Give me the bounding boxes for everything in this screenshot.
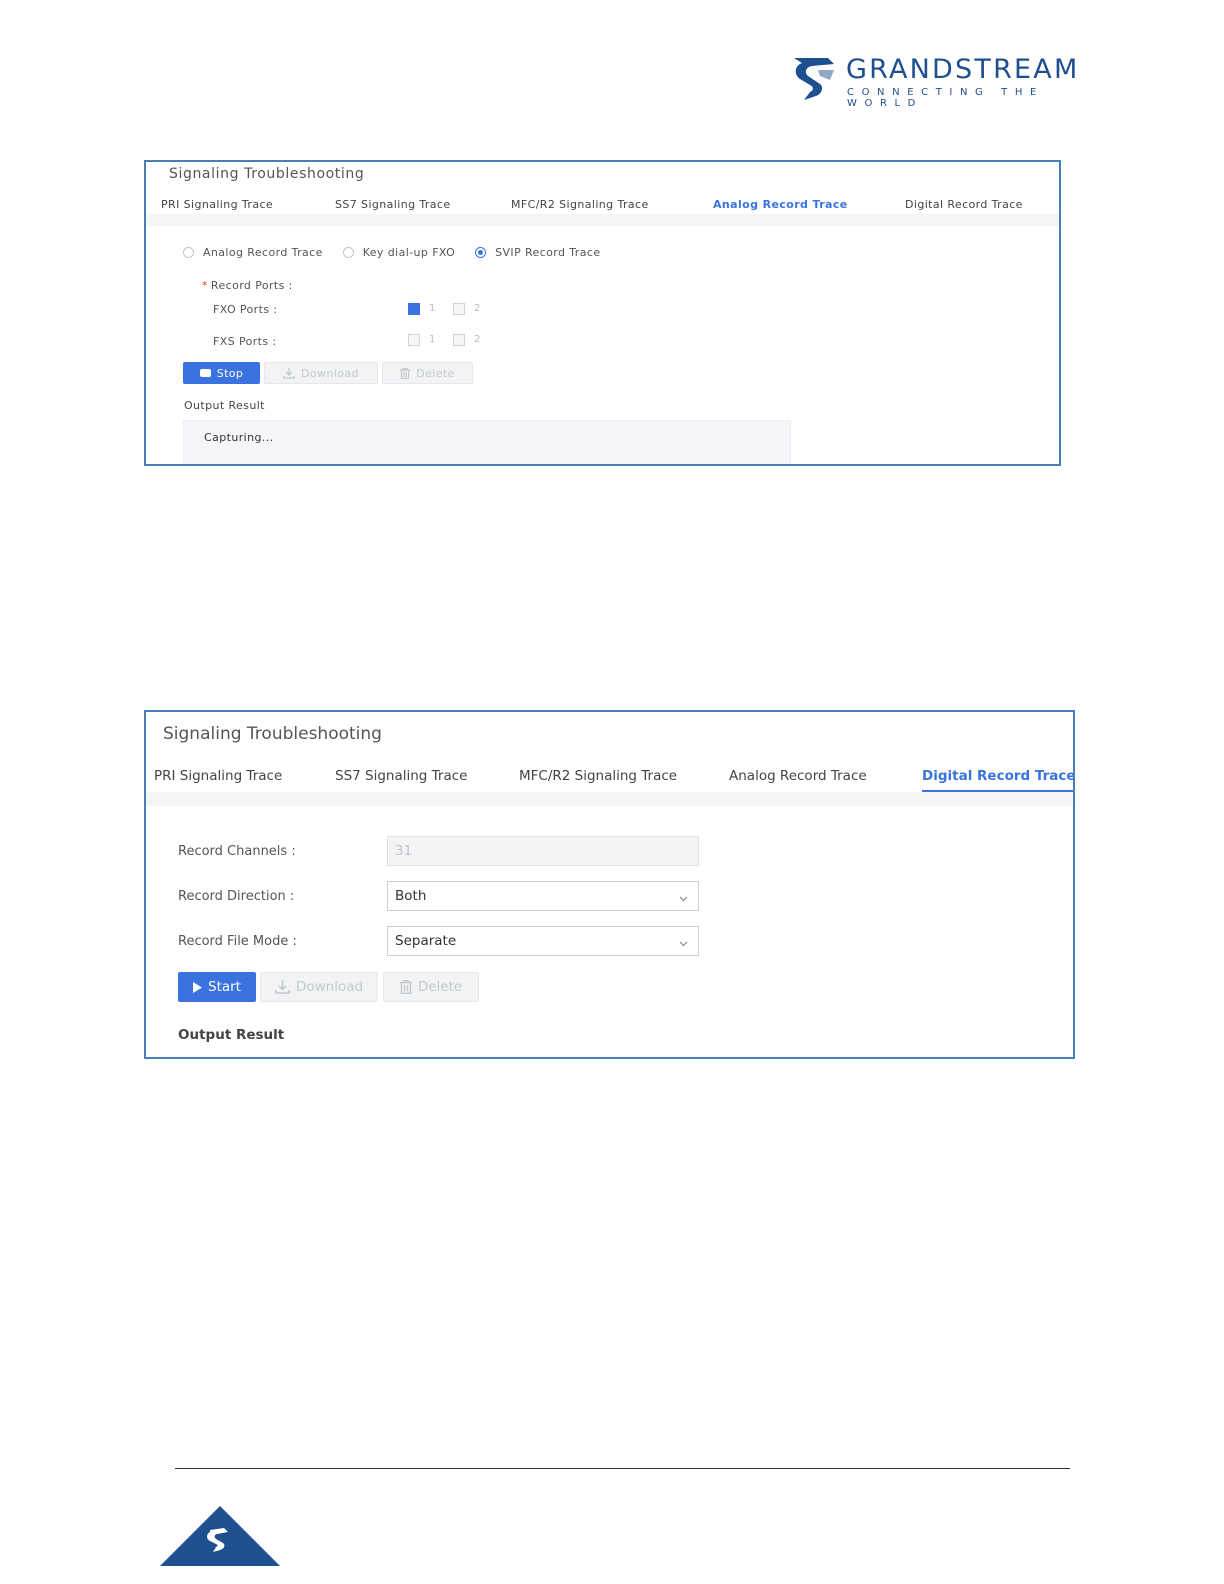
stop-button[interactable]: Stop [183, 362, 260, 384]
required-asterisk: * [202, 279, 208, 292]
output-result-text: Capturing... [204, 431, 274, 444]
grandstream-mark-icon [794, 58, 834, 100]
fxs-port-2-checkbox[interactable] [453, 334, 465, 346]
record-file-mode-label: Record File Mode : [178, 934, 297, 949]
fxs-port-2-number: 2 [474, 334, 481, 345]
record-ports-text: Record Ports : [210, 279, 293, 292]
radio-label: Analog Record Trace [203, 246, 323, 259]
fxs-port-1-checkbox[interactable] [408, 334, 420, 346]
trace-type-radio-group: Analog Record Trace Key dial-up FXO SVIP… [183, 246, 617, 261]
fxs-port-1-number: 1 [429, 334, 436, 345]
start-label: Start [208, 979, 241, 995]
record-direction-label: Record Direction : [178, 889, 295, 904]
download-button[interactable]: Download [264, 362, 378, 384]
download-icon [283, 367, 295, 379]
tab-pri-signaling-trace[interactable]: PRI Signaling Trace [154, 768, 282, 784]
output-result-box: Capturing... [183, 420, 791, 464]
download-button[interactable]: Download [260, 972, 378, 1002]
radio-checked-icon [475, 247, 487, 258]
record-direction-value: Both [395, 888, 427, 904]
tab-separator [146, 792, 1073, 806]
tab-separator [146, 214, 1059, 226]
radio-unchecked-icon [342, 247, 354, 258]
analog-record-trace-panel: Signaling Troubleshooting PRI Signaling … [144, 160, 1061, 466]
tab-digital-record-trace[interactable]: Digital Record Trace [905, 198, 1023, 211]
delete-label: Delete [416, 366, 455, 380]
tab-ss7-signaling-trace[interactable]: SS7 Signaling Trace [335, 768, 467, 784]
tab-mfc-r2-signaling-trace[interactable]: MFC/R2 Signaling Trace [519, 768, 677, 784]
fxo-port-2-checkbox[interactable] [453, 303, 465, 315]
radio-svip-record-trace[interactable]: SVIP Record Trace [475, 246, 600, 259]
fxo-port-2-number: 2 [474, 303, 481, 314]
delete-label: Delete [417, 979, 463, 995]
tab-pri-signaling-trace[interactable]: PRI Signaling Trace [161, 198, 273, 211]
download-label: Download [295, 979, 364, 995]
record-direction-select[interactable]: Both [387, 881, 699, 911]
stop-icon [199, 369, 211, 377]
tab-mfc-r2-signaling-trace[interactable]: MFC/R2 Signaling Trace [511, 198, 649, 211]
chevron-down-icon [679, 890, 688, 906]
record-ports-label: * Record Ports : [202, 279, 293, 292]
play-icon [193, 981, 202, 993]
start-button[interactable]: Start [178, 972, 256, 1002]
delete-button[interactable]: Delete [383, 972, 479, 1002]
download-label: Download [301, 366, 359, 380]
record-channels-input[interactable]: 31 [387, 836, 699, 866]
tab-ss7-signaling-trace[interactable]: SS7 Signaling Trace [335, 198, 451, 211]
footer-logo-icon [160, 1506, 280, 1566]
grandstream-logo: GRANDSTREAM CONNECTING THE WORLD [790, 52, 1120, 109]
record-file-mode-value: Separate [395, 933, 457, 949]
output-result-label: Output Result [184, 399, 265, 412]
fxo-port-1-checkbox[interactable] [408, 303, 420, 315]
tab-digital-record-trace[interactable]: Digital Record Trace [922, 768, 1073, 792]
fxo-ports-label: FXO Ports : [213, 303, 278, 316]
panel-title: Signaling Troubleshooting [163, 724, 382, 744]
panel-title: Signaling Troubleshooting [169, 166, 365, 182]
output-result-label: Output Result [178, 1027, 285, 1043]
tab-analog-record-trace[interactable]: Analog Record Trace [713, 198, 848, 216]
radio-label: SVIP Record Trace [495, 246, 601, 259]
fxo-port-1-number: 1 [429, 303, 436, 314]
digital-record-trace-panel: Signaling Troubleshooting PRI Signaling … [144, 710, 1075, 1059]
radio-label: Key dial-up FXO [362, 246, 456, 259]
footer-rule [175, 1468, 1070, 1469]
record-channels-value: 31 [395, 843, 413, 859]
trash-icon [399, 980, 412, 994]
fxs-ports-label: FXS Ports : [213, 335, 277, 348]
brand-tagline: CONNECTING THE WORLD [847, 87, 1044, 109]
trash-icon [400, 367, 411, 379]
record-channels-label: Record Channels : [178, 844, 296, 859]
stop-label: Stop [216, 366, 244, 380]
radio-analog-record-trace[interactable]: Analog Record Trace [183, 246, 323, 259]
brand-name: GRANDSTREAM [846, 54, 1080, 85]
tab-analog-record-trace[interactable]: Analog Record Trace [729, 768, 867, 784]
radio-unchecked-icon [183, 247, 194, 258]
radio-key-dial-up-fxo[interactable]: Key dial-up FXO [342, 246, 456, 259]
download-icon [275, 980, 290, 994]
chevron-down-icon [679, 935, 688, 951]
tab-bar: PRI Signaling Trace SS7 Signaling Trace … [146, 192, 1059, 216]
tab-bar: PRI Signaling Trace SS7 Signaling Trace … [146, 760, 1073, 793]
delete-button[interactable]: Delete [382, 362, 473, 384]
record-file-mode-select[interactable]: Separate [387, 926, 699, 956]
